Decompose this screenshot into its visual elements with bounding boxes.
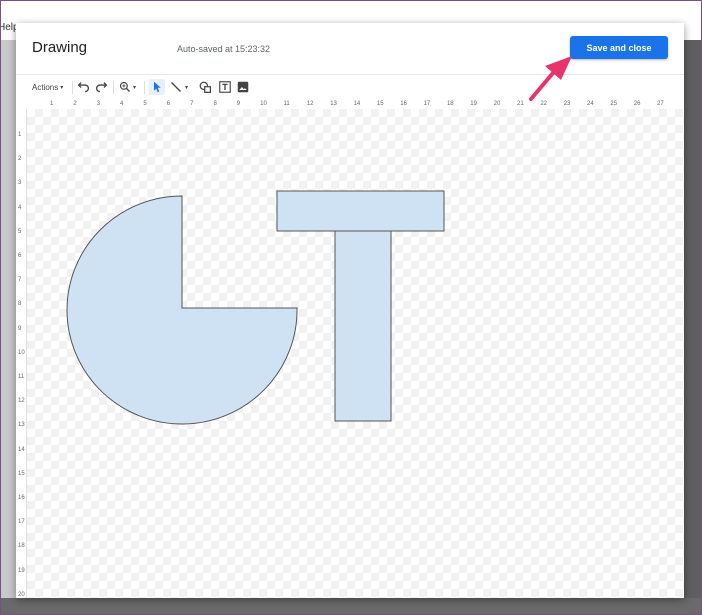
undo-icon[interactable] [77,79,90,95]
pie-shape[interactable] [66,195,298,425]
drawing-dialog: Drawing Auto-saved at 15:23:32 Save and … [16,23,684,598]
shape-icon[interactable] [199,79,212,95]
ruler-tick-label: 16 [18,495,25,501]
ruler-tick-label: 5 [18,228,22,235]
drawing-canvas[interactable] [27,109,684,598]
ruler-tick-label: 14 [353,101,361,107]
select-icon[interactable] [149,79,165,95]
toolbar-divider [72,81,73,94]
line-icon[interactable]: ▾ [170,79,188,95]
ruler-tick-label: 1 [50,101,54,107]
zoom-icon[interactable]: ▾ [119,79,136,95]
ruler-tick-label: 17 [18,519,25,526]
ruler-tick-label: 15 [18,470,25,477]
ruler-tick-label: 2 [18,156,22,163]
background-footer [0,598,702,615]
drawing-toolbar: Actions ▾ ▾ ▾ [16,74,684,99]
ruler-tick-label: 20 [18,591,25,598]
caret-down-icon: ▾ [185,84,189,91]
vertical-ruler: 1 2 3 4 5 6 7 8 9 10 11 12 13 14 15 16 17 18 19 20 [16,109,27,598]
ruler-tick-label: 18 [18,543,25,550]
t-shape-top-bar[interactable] [276,190,445,232]
ruler-tick-label: 3 [18,180,22,187]
ruler-tick-label: 13 [330,101,337,107]
ruler-tick-label: 7 [18,277,22,284]
ruler-tick-label: 12 [18,398,25,405]
ruler-tick-label: 11 [283,101,290,107]
caret-down-icon: ▾ [60,84,64,91]
ruler-tick-label: 13 [18,422,25,429]
ruler-tick-label: 22 [540,101,548,107]
ruler-tick-label: 2 [73,101,77,107]
ruler-tick-label: 24 [587,101,594,107]
ruler-tick-label: 25 [610,101,618,107]
actions-label: Actions [32,82,59,92]
actions-menu[interactable]: Actions ▾ [32,79,63,95]
ruler-tick-label: 10 [260,101,267,107]
ruler-tick-label: 8 [213,101,217,107]
ruler-tick-label: 19 [18,567,25,574]
ruler-tick-label: 21 [517,101,524,107]
toolbar-divider [144,81,145,94]
canvas-shapes [66,190,445,425]
ruler-tick-label: 8 [18,301,22,308]
ruler-tick-label: 9 [236,101,241,107]
ruler-tick-label: 11 [18,374,25,380]
ruler-tick-label: 19 [470,101,477,107]
image-icon[interactable] [237,79,249,95]
ruler-tick-label: 12 [306,101,314,107]
ruler-tick-label: 3 [96,101,101,107]
ruler-tick-label: 6 [166,101,171,107]
text-box-icon[interactable] [219,79,231,95]
caret-down-icon: ▾ [133,84,137,91]
ruler-tick-label: 23 [563,101,571,107]
ruler-tick-label: 10 [18,349,25,356]
background-sidebar [0,40,16,615]
ruler-tick-label: 6 [18,253,22,259]
ruler-tick-label: 26 [633,101,641,107]
ruler-tick-label: 18 [446,101,454,107]
ruler-tick-label: 16 [400,101,407,107]
ruler-tick-label: 20 [493,101,501,107]
ruler-tick-label: 9 [18,325,22,332]
ruler-tick-label: 7 [190,101,194,107]
redo-icon[interactable] [95,79,108,95]
dialog-title: Drawing [32,39,88,56]
t-shape-stem[interactable] [334,230,392,422]
autosave-status: Auto-saved at 15:23:32 [177,44,271,54]
save-and-close-button[interactable]: Save and close [570,36,668,59]
ruler-tick-label: 27 [657,101,664,107]
ruler-tick-label: 5 [143,101,147,107]
ruler-tick-label: 4 [18,204,22,211]
ruler-tick-label: 14 [18,446,25,453]
ruler-tick-label: 4 [120,101,124,107]
ruler-tick-label: 17 [423,101,431,107]
ruler-tick-label: 1 [18,132,22,138]
ruler-tick-label: 15 [376,101,384,107]
toolbar-divider [113,81,114,94]
